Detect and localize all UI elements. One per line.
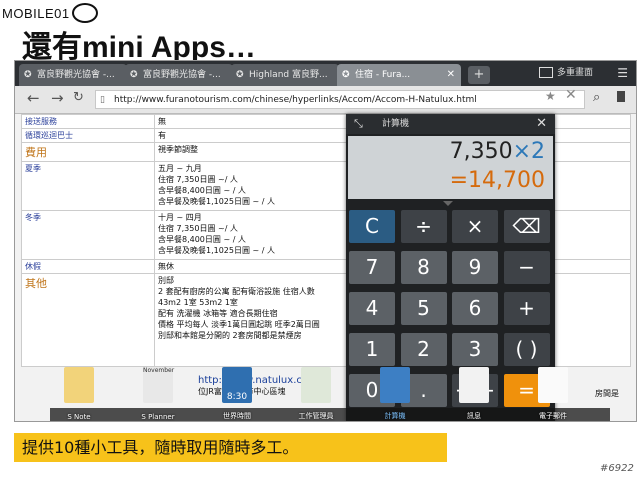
page-icon: ▯ [100,95,105,105]
browser-tab-3[interactable]: ✪ Highland 富良野... [231,64,339,86]
search-icon[interactable]: ⌕ [593,90,600,105]
calculator-icon [380,367,410,403]
page-icon: ✪ [342,70,350,80]
calc-key[interactable]: 6 [452,292,498,325]
mini-apps-tray: S Note November S Planner 8:30 世界時間 工作管理員 … [50,363,610,421]
message-icon [459,367,489,403]
calc-key[interactable]: ⌫ [503,210,550,243]
back-arrow-icon[interactable]: ← [27,89,40,107]
close-tab-icon[interactable]: ✕ [447,64,455,86]
s-note-icon [64,367,94,403]
browser-tab-bar: ✪ 富良野觀光協會 -... ✪ 富良野觀光協會 -... ✪ Highland 富良… [15,61,636,86]
browser-tab-4-active[interactable]: ✪ 住宿 - Fura... ✕ [337,64,461,86]
window-icon [539,67,553,78]
app-email[interactable]: 電子郵件 [524,363,582,421]
forward-arrow-icon[interactable]: → [51,89,64,107]
slide-caption: 提供10種小工具，隨時取用隨時多工。 [14,433,447,462]
email-icon [538,367,568,403]
mobile01-logo: MOBILE01 [2,3,98,23]
calc-key[interactable]: 7 [349,251,395,284]
calculator-title: 計算機 [382,119,410,129]
chevron-down-icon [443,201,453,206]
url-input[interactable]: ▯ http://www.furanotourism.com/chinese/hy… [95,90,585,109]
calc-key[interactable]: 9 [452,251,498,284]
address-bar: ← → ↻ ▯ http://www.furanotourism.com/chin… [15,86,636,114]
calc-key[interactable]: 4 [349,292,395,325]
logo-smile-icon [71,3,98,23]
app-task-manager[interactable]: 工作管理員 [287,363,345,421]
calculator-title-bar[interactable]: ⤡ 計算機 ✕ [346,114,555,134]
tablet-screenshot: ✪ 富良野觀光協會 -... ✪ 富良野觀光協會 -... ✪ Highland 富良… [14,60,637,422]
expand-icon[interactable]: ⤡ [354,114,363,134]
browser-tab-2[interactable]: ✪ 富良野觀光協會 -... [125,64,233,86]
calculator-expression: 7,350×2 [449,139,545,164]
calc-key[interactable]: × [452,210,498,243]
calc-key[interactable]: ( ) [503,333,550,366]
new-tab-button[interactable]: + [468,66,490,84]
calendar-icon: November [143,367,174,403]
app-calculator[interactable]: 計算機 [366,363,424,421]
pie-chart-icon [301,367,331,403]
app-world-clock[interactable]: 8:30 世界時間 [208,363,266,421]
app-messages[interactable]: 訊息 [445,363,503,421]
bookmarks-icon[interactable] [617,91,625,102]
watermark: #6922 [600,463,634,474]
browser-tab-1[interactable]: ✪ 富良野觀光協會 -... [19,64,127,86]
calc-key[interactable]: ÷ [400,210,447,243]
calc-key[interactable]: C [349,210,395,243]
calculator-display: 7,350×2 =14,700 [348,136,553,199]
page-icon: ✪ [130,70,138,80]
calc-key[interactable]: 8 [400,251,447,284]
calc-key[interactable]: 2 [400,333,447,366]
page-icon: ✪ [236,70,244,80]
calculator-result: =14,700 [449,168,545,193]
close-icon[interactable]: ✕ [536,114,547,134]
bookmark-star-icon[interactable]: ★ [545,89,556,103]
reload-icon[interactable]: ↻ [73,90,84,105]
app-s-note[interactable]: S Note [50,363,108,421]
app-s-planner[interactable]: November S Planner [129,363,187,421]
page-icon: ✪ [24,70,32,80]
calc-key[interactable]: 3 [452,333,498,366]
globe-icon: 8:30 [222,367,252,403]
calc-key[interactable]: − [503,251,550,284]
calc-key[interactable]: 5 [400,292,447,325]
multi-screen-button[interactable]: 多重畫面 [539,61,593,86]
clear-url-icon[interactable]: ✕ [565,87,577,103]
calc-key[interactable]: 1 [349,333,395,366]
menu-icon[interactable]: ☰ [617,67,628,79]
calc-key[interactable]: + [503,292,550,325]
